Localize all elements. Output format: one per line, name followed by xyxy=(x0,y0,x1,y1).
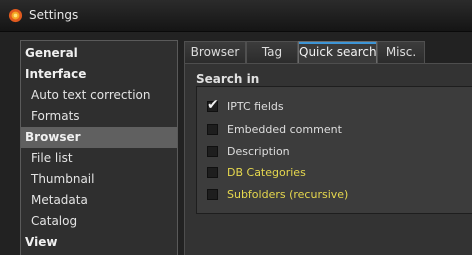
tab-tag[interactable]: Tag xyxy=(246,41,298,63)
sidebar-item-view[interactable]: View xyxy=(21,232,177,253)
embedded-comment-label: Embedded comment xyxy=(227,123,342,136)
sidebar-item-catalog[interactable]: Catalog xyxy=(21,211,177,232)
subfolders-recursive-label: Subfolders (recursive) xyxy=(227,188,349,201)
sidebar-item-interface[interactable]: Interface xyxy=(21,64,177,85)
option-db-categories[interactable]: DB Categories xyxy=(207,165,467,179)
option-embedded-comment[interactable]: Embedded comment xyxy=(207,122,467,136)
db-categories-label: DB Categories xyxy=(227,166,306,179)
db-categories-checkbox[interactable] xyxy=(207,167,218,178)
iptc-fields-label: IPTC fields xyxy=(227,100,284,113)
sidebar-item-thumbnail[interactable]: Thumbnail xyxy=(21,169,177,190)
window-title: Settings xyxy=(29,8,79,22)
sidebar-item-general[interactable]: General xyxy=(21,43,177,64)
description-label: Description xyxy=(227,145,290,158)
option-iptc-fields[interactable]: ✔ IPTC fields xyxy=(207,97,467,113)
tab-browser[interactable]: Browser xyxy=(184,41,246,63)
sidebar-item-file-list[interactable]: File list xyxy=(21,148,177,169)
app-logo-icon xyxy=(8,8,23,23)
subfolders-recursive-checkbox[interactable] xyxy=(207,189,218,200)
option-subfolders-recursive[interactable]: Subfolders (recursive) xyxy=(207,187,467,201)
iptc-fields-checkbox[interactable]: ✔ xyxy=(207,97,219,113)
tab-quick-search[interactable]: Quick search xyxy=(298,41,377,64)
settings-sidebar: General Interface Auto text correction F… xyxy=(20,40,178,255)
sidebar-item-metadata[interactable]: Metadata xyxy=(21,190,177,211)
option-description[interactable]: Description xyxy=(207,144,467,158)
tab-misc[interactable]: Misc. xyxy=(377,41,425,63)
embedded-comment-checkbox[interactable] xyxy=(207,124,218,135)
search-in-title: Search in xyxy=(196,72,260,86)
tab-bar: Browser Tag Quick search Misc. xyxy=(184,41,472,64)
sidebar-item-browser[interactable]: Browser xyxy=(21,127,177,148)
checkmark-icon: ✔ xyxy=(207,97,219,113)
sidebar-item-formats[interactable]: Formats xyxy=(21,106,177,127)
description-checkbox[interactable] xyxy=(207,146,218,157)
title-bar: Settings xyxy=(0,0,472,32)
sidebar-item-auto-text-correction[interactable]: Auto text correction xyxy=(21,85,177,106)
